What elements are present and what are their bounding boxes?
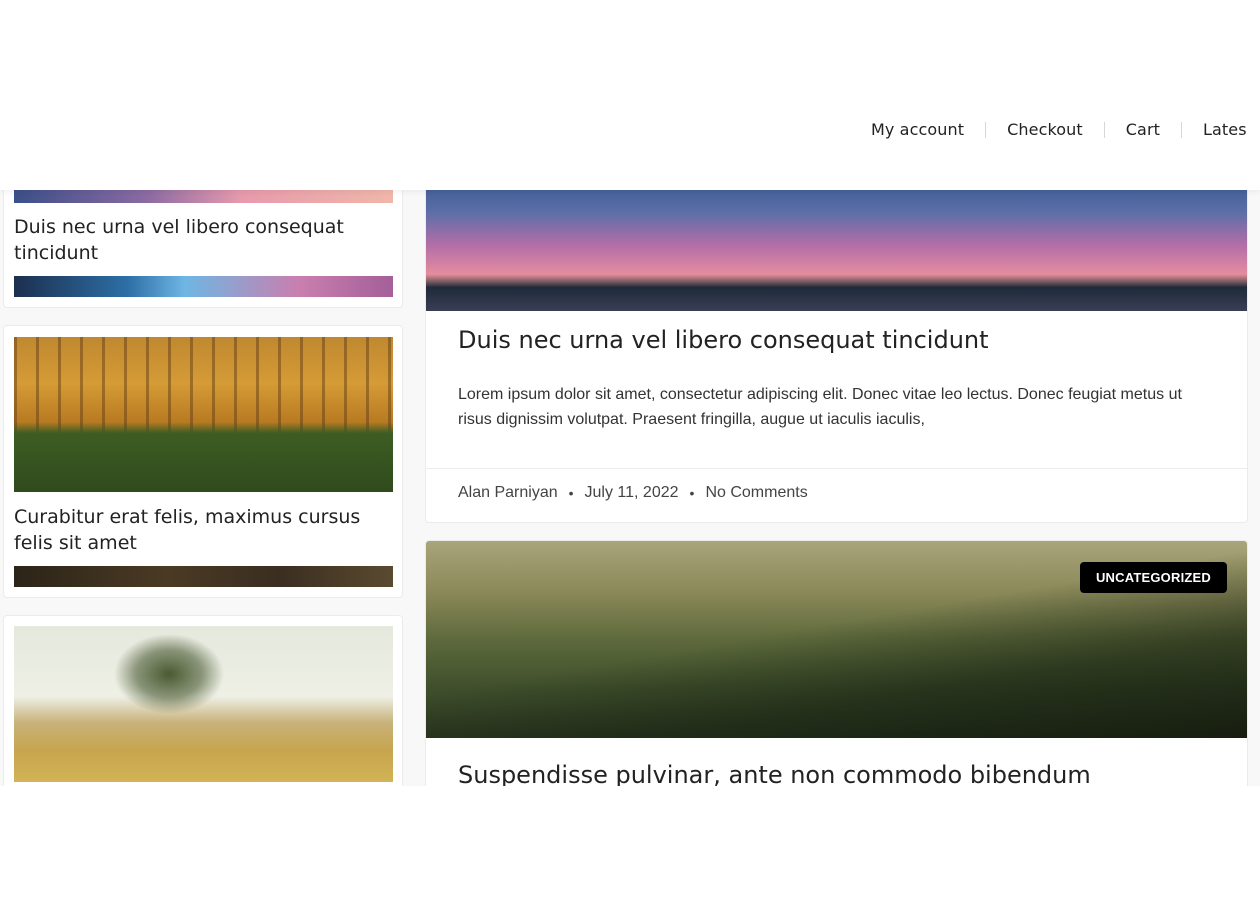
post-author-link[interactable]: Alan Parniyan (458, 484, 558, 502)
nav-separator (985, 121, 987, 138)
sidebar-post-image (14, 276, 393, 297)
nav-checkout[interactable]: Checkout (1007, 120, 1083, 139)
site-header: My account Checkout Cart Lates (0, 0, 1260, 190)
sidebar-post-card[interactable]: Curabitur erat felis, maximus cursus fel… (3, 325, 403, 598)
nav-separator (1103, 121, 1105, 138)
post-excerpt: Lorem ipsum dolor sit amet, consectetur … (458, 386, 1182, 428)
nav-latest[interactable]: Lates (1203, 120, 1247, 139)
meta-separator: • (568, 485, 574, 501)
post-title[interactable]: Duis nec urna vel libero consequat tinci… (458, 325, 989, 355)
nav-cart[interactable]: Cart (1126, 120, 1160, 139)
meta-separator: • (689, 485, 695, 501)
sidebar-post-title[interactable]: Duis nec urna vel libero consequat tinci… (14, 214, 384, 266)
nav-my-account[interactable]: My account (871, 120, 964, 139)
post-comments-link[interactable]: No Comments (705, 484, 807, 502)
sidebar-post-thumbnail[interactable] (14, 337, 393, 492)
top-navigation: My account Checkout Cart Lates (871, 120, 1247, 139)
post-title[interactable]: Suspendisse pulvinar, ante non commodo b… (458, 760, 1091, 786)
main-post-card[interactable]: Duis nec urna vel libero consequat tinci… (425, 190, 1248, 523)
nav-separator (1181, 121, 1182, 138)
sidebar-post-thumbnail[interactable] (14, 190, 393, 203)
post-meta: Alan Parniyan • July 11, 2022 • No Comme… (458, 484, 808, 502)
sidebar-post-title[interactable]: Curabitur erat felis, maximus cursus fel… (14, 504, 384, 556)
meta-divider (426, 468, 1247, 469)
sidebar-post-image (14, 566, 393, 587)
post-date-link[interactable]: July 11, 2022 (585, 484, 679, 502)
main-post-card[interactable]: UNCATEGORIZED Suspendisse pulvinar, ante… (425, 540, 1248, 786)
post-featured-image[interactable] (426, 190, 1247, 311)
sidebar-post-thumbnail[interactable] (14, 626, 393, 782)
content-area[interactable]: Duis nec urna vel libero consequat tinci… (0, 190, 1260, 786)
category-badge[interactable]: UNCATEGORIZED (1079, 562, 1227, 593)
sidebar-post-card[interactable]: Duis nec urna vel libero consequat tinci… (3, 190, 403, 308)
sidebar-post-card[interactable] (3, 615, 403, 786)
